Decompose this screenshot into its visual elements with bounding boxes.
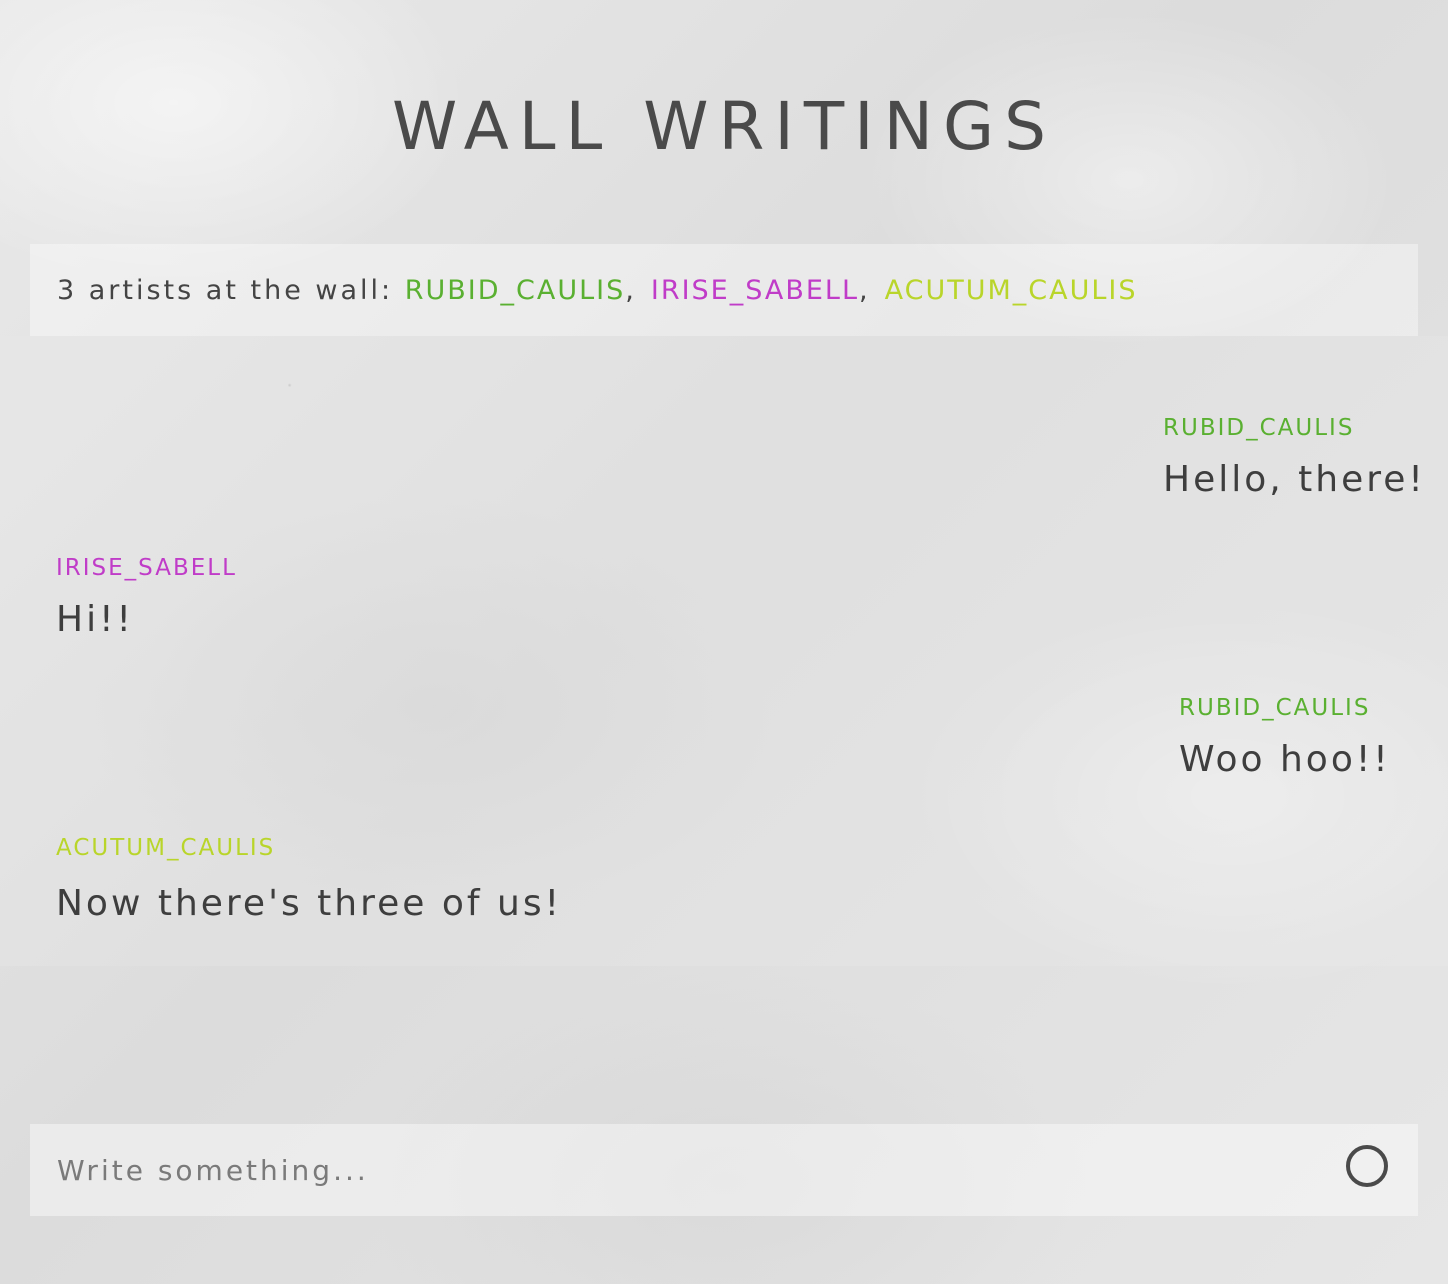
message-item: rubid_caulis Hello, there! (1163, 414, 1426, 500)
composer (30, 1124, 1418, 1216)
message-input[interactable] (30, 1124, 1320, 1216)
artists-bar: 3 artists at the wall: rubid_caulis, iri… (30, 244, 1418, 336)
message-item: rubid_caulis Woo hoo!! (1179, 694, 1391, 780)
page-title: Wall Writings (391, 88, 1057, 165)
artist-name: rubid_caulis (404, 274, 626, 306)
message-item: acutum_caulis Now there's three of us! (56, 834, 562, 924)
artist-separator: , (625, 274, 637, 306)
message-author: rubid_caulis (1179, 695, 1371, 721)
message-author: acutum_caulis (56, 835, 276, 861)
send-button[interactable] (1344, 1143, 1390, 1189)
message-text: Hi!! (56, 599, 134, 640)
message-text: Woo hoo!! (1179, 739, 1391, 780)
message-text: Hello, there! (1163, 459, 1426, 500)
artist-name: irise_sabell (650, 274, 860, 306)
circle-icon (1344, 1143, 1390, 1189)
artist-separator: , (859, 274, 871, 306)
message-author: irise_sabell (56, 555, 237, 581)
message-item: irise_sabell Hi!! (56, 554, 237, 640)
artists-prefix: 3 artists at the wall: (57, 274, 394, 306)
message-text: Now there's three of us! (56, 883, 563, 924)
artist-name: acutum_caulis (884, 274, 1138, 306)
message-author: rubid_caulis (1163, 415, 1355, 441)
